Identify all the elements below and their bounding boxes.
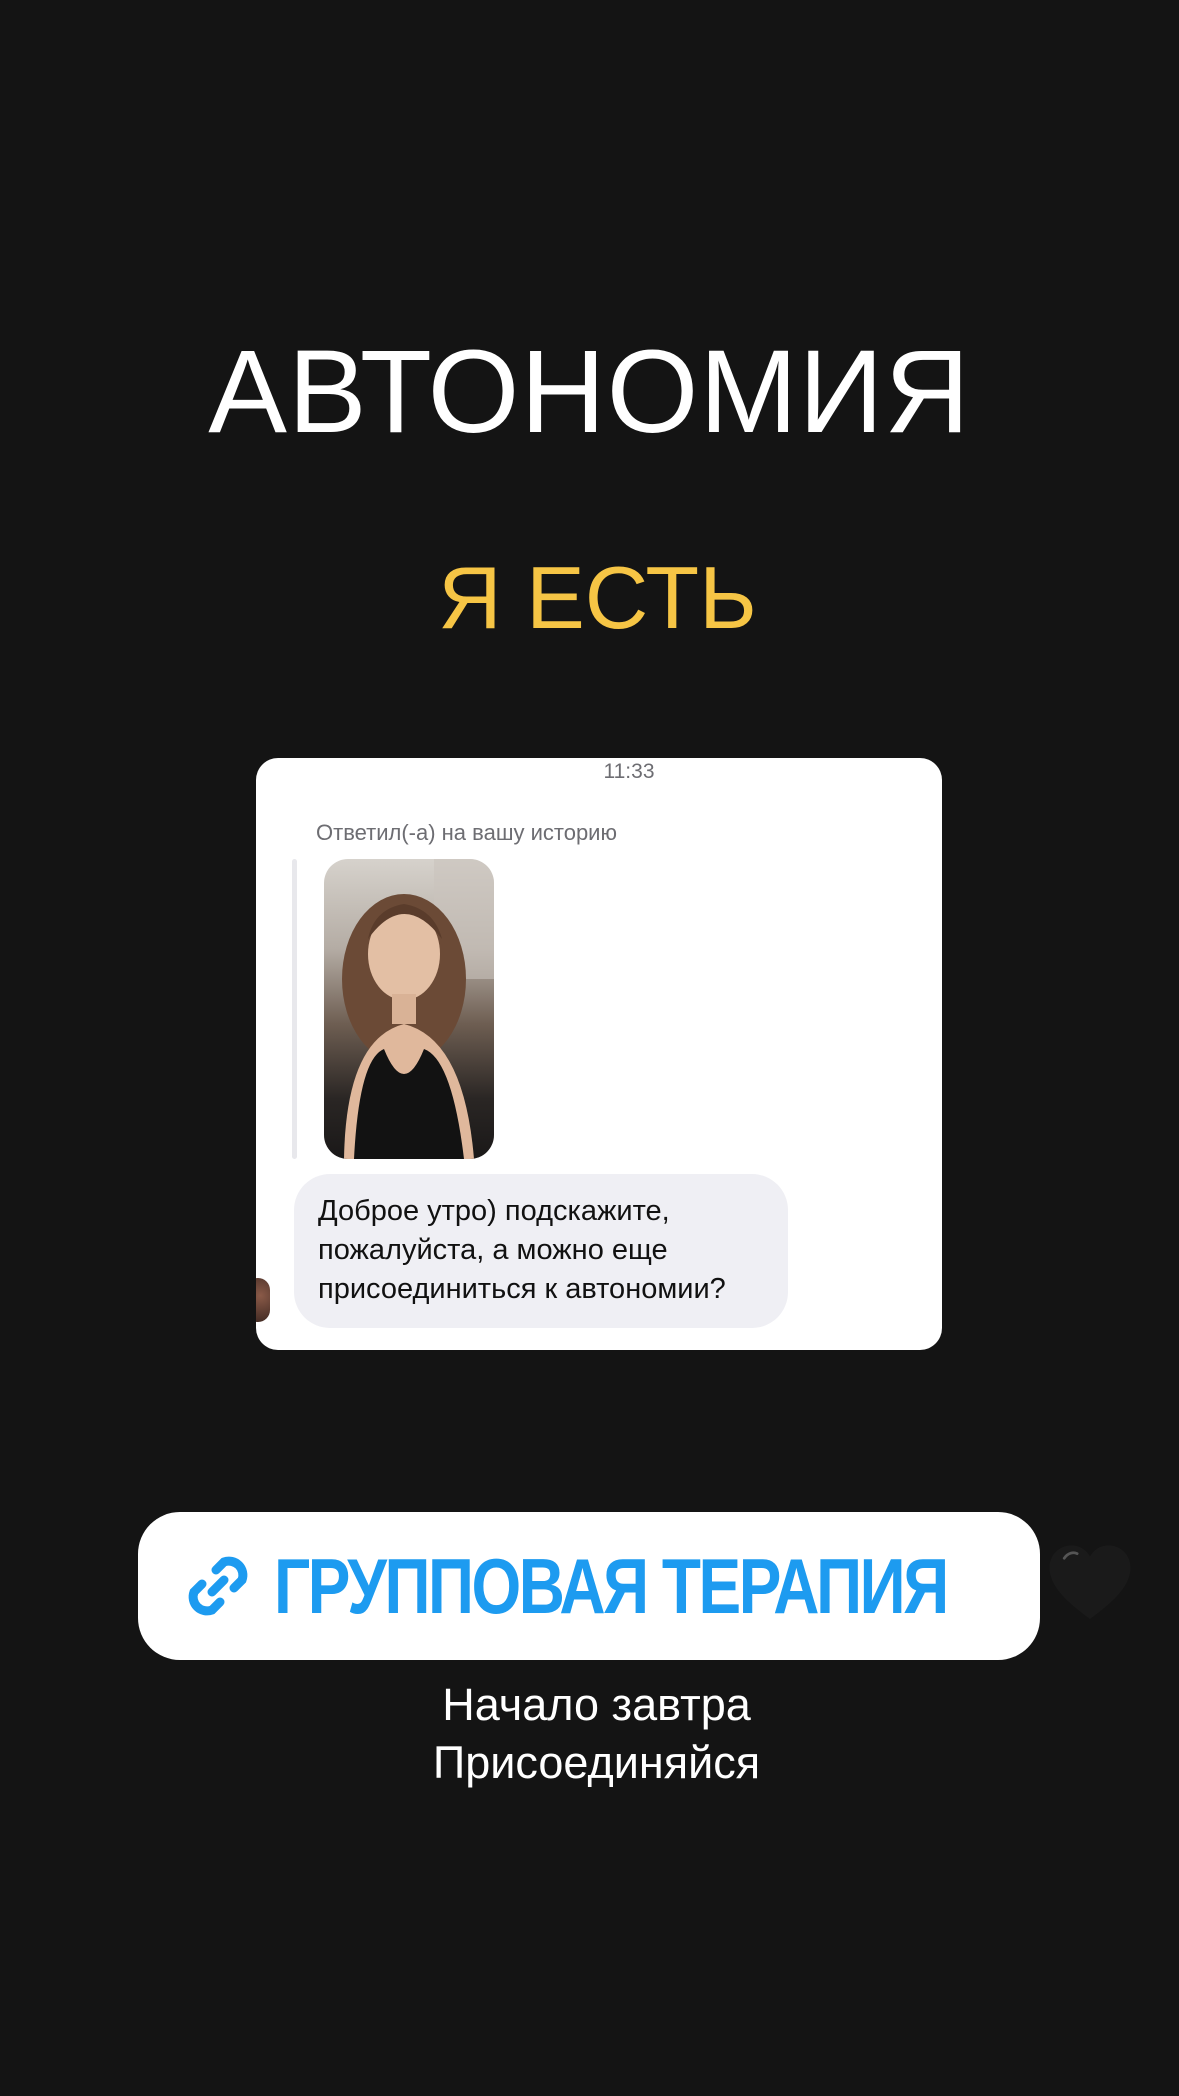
story-title: АВТОНОМИЯ <box>208 326 971 458</box>
sender-avatar <box>256 1278 270 1322</box>
story-photo-thumbnail[interactable] <box>324 859 494 1159</box>
story-subtitle: Я ЕСТЬ <box>438 548 757 647</box>
reply-label: Ответил(-а) на вашу историю <box>316 820 617 845</box>
message-line: Доброе утро) подскажите, <box>318 1195 670 1227</box>
message-bubble: Доброе утро) подскажите, пожалуйста, а м… <box>294 1174 788 1328</box>
message-time: 11:33 <box>603 760 655 783</box>
link-label: ГРУППОВАЯ ТЕРАПИЯ <box>274 1541 949 1630</box>
message-line: пожалуйста, а можно еще <box>318 1234 668 1266</box>
link-icon <box>188 1556 248 1616</box>
caption: Начало завтра Присоединяйся <box>0 1676 1179 1792</box>
dm-screenshot-card: 11:33 Ответил(-а) на вашу историю Доброе… <box>256 758 942 1350</box>
caption-line-2: Присоединяйся <box>432 1737 761 1788</box>
black-heart-icon <box>1049 1545 1131 1619</box>
link-sticker-button[interactable]: ГРУППОВАЯ ТЕРАПИЯ <box>138 1512 1131 1660</box>
caption-line-1: Начало завтра <box>442 1679 751 1730</box>
portrait-illustration <box>342 859 494 1159</box>
message-line: присоединиться к автономии? <box>318 1273 726 1305</box>
quote-bar <box>292 859 297 1159</box>
